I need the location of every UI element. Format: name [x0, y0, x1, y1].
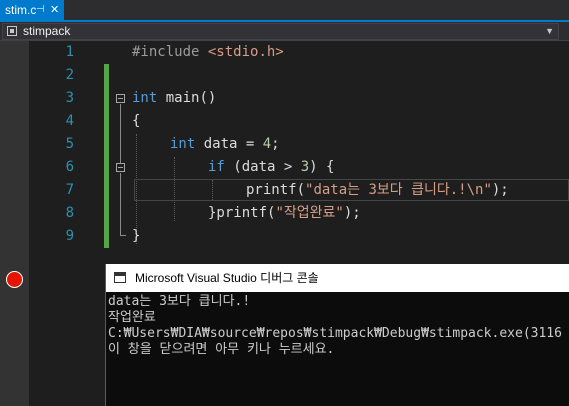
number-literal: 3 — [300, 159, 310, 175]
outline-line — [120, 173, 121, 235]
keyword: if — [208, 159, 225, 175]
code-line-5[interactable]: int data = 4; — [170, 133, 280, 156]
code-line-1[interactable]: #include <stdio.h> — [132, 41, 284, 64]
keyword: int — [132, 90, 158, 106]
debug-console-window[interactable]: Microsoft Visual Studio 디버그 콘솔 data는 3보다… — [105, 264, 569, 406]
document-tab-strip: stim.c ⊣ ✕ — [0, 0, 569, 22]
console-output-line: data는 3보다 큽니다.! — [108, 294, 251, 309]
code-line-9[interactable]: } — [132, 225, 140, 248]
console-output-line: 이 창을 닫으려면 아무 키나 누르세요. — [108, 342, 335, 357]
preprocessor-directive: #include — [132, 44, 200, 60]
code-text: ); — [491, 182, 509, 198]
code-text: }printf( — [208, 205, 276, 221]
code-text: ; — [271, 136, 280, 152]
outline-end — [120, 235, 126, 236]
line-number: 3 — [65, 90, 74, 106]
console-output-line: C:₩Users₩DIA₩source₩repos₩stimpack₩Debug… — [108, 326, 562, 341]
line-number: 5 — [65, 136, 74, 152]
pin-icon[interactable]: ⊣ — [36, 0, 45, 20]
code-line-6[interactable]: if (data > 3) { — [208, 156, 334, 179]
line-number: 7 — [65, 182, 74, 198]
code-text: main() — [157, 90, 217, 106]
code-text: printf( — [246, 182, 306, 198]
line-number: 8 — [65, 205, 74, 221]
code-text: data = — [195, 136, 263, 152]
keyword: int — [170, 136, 196, 152]
string-literal: "data는 3보다 큽니다.!\n" — [305, 182, 492, 198]
tab-stim-c[interactable]: stim.c ⊣ ✕ — [0, 0, 64, 20]
project-icon — [7, 26, 17, 36]
include-header: <stdio.h> — [207, 44, 284, 60]
console-title: Microsoft Visual Studio 디버그 콘솔 — [135, 271, 319, 285]
string-literal: "작업완료" — [275, 205, 344, 221]
line-number: 9 — [65, 228, 74, 244]
code-line-3[interactable]: int main() — [132, 87, 216, 110]
outline-line — [120, 104, 121, 163]
breakpoint-icon[interactable] — [6, 271, 23, 288]
collapse-icon[interactable] — [116, 94, 125, 103]
line-number: 2 — [65, 67, 74, 83]
close-icon[interactable]: ✕ — [50, 0, 59, 20]
chevron-down-icon: ▼ — [545, 26, 554, 36]
code-text: ); — [343, 205, 361, 221]
line-number: 6 — [65, 159, 74, 175]
code-line-8[interactable]: }printf("작업완료"); — [208, 202, 361, 225]
number-literal: 4 — [262, 136, 272, 152]
code-text: ) { — [309, 159, 335, 175]
project-name: stimpack — [23, 24, 71, 38]
code-line-4[interactable]: { — [132, 110, 140, 133]
console-output-line: 작업완료 — [108, 310, 156, 325]
line-number: 4 — [65, 113, 74, 129]
navigation-bar: stimpack ▼ — [0, 22, 569, 41]
console-window-icon — [114, 272, 126, 283]
code-text: (data > — [224, 159, 301, 175]
console-title-bar[interactable]: Microsoft Visual Studio 디버그 콘솔 — [106, 264, 569, 292]
breakpoint-margin[interactable] — [0, 41, 29, 406]
code-text: { — [132, 113, 141, 129]
collapse-icon[interactable] — [116, 163, 125, 172]
line-number: 1 — [65, 44, 74, 60]
tab-title: stim.c — [5, 3, 37, 17]
code-text: } — [132, 228, 141, 244]
code-line-7[interactable]: printf("data는 3보다 큽니다.!\n"); — [246, 179, 509, 202]
change-tracking-bar — [104, 64, 109, 248]
project-dropdown[interactable]: stimpack ▼ — [2, 23, 559, 40]
